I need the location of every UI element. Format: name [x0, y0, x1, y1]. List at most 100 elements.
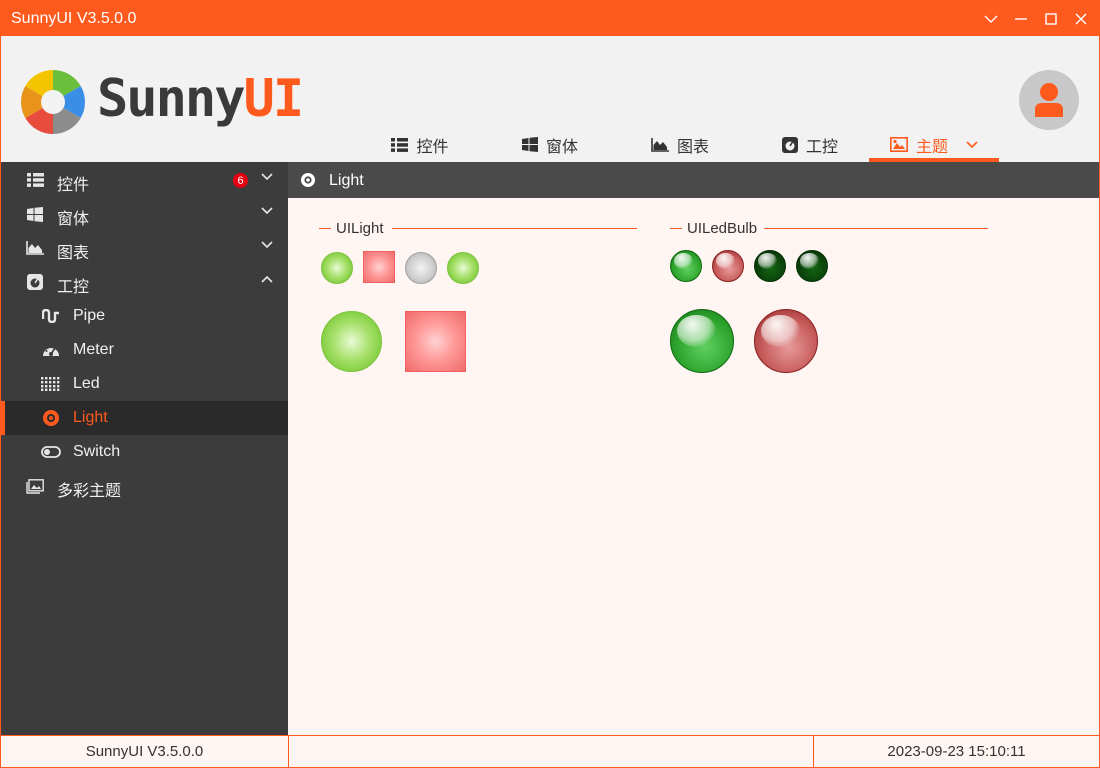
nav-tab-charts[interactable]: 图表	[630, 127, 730, 162]
toggle-icon	[41, 443, 61, 461]
light-icon	[300, 172, 316, 193]
chevron-down-icon	[261, 241, 273, 249]
sidebar-item-forms[interactable]: 窗体	[1, 197, 288, 231]
sidebar-item-industrial[interactable]: 工控	[1, 265, 288, 299]
bulb-highlight	[758, 253, 777, 269]
page-title: Light	[329, 172, 364, 189]
group-line-left	[670, 228, 682, 229]
light-icon	[41, 409, 61, 427]
sidebar-item-colorful-theme[interactable]: 多彩主题	[1, 469, 288, 503]
status-datetime: 2023-09-23 15:10:11	[887, 743, 1026, 760]
minimize-button[interactable]	[1006, 1, 1036, 36]
nav-tab-industrial[interactable]: 工控	[760, 127, 860, 162]
bulb-highlight	[761, 314, 800, 348]
maximize-icon	[1045, 12, 1057, 25]
light-small-gray	[405, 252, 437, 284]
logo-text-accent: UI	[243, 69, 305, 129]
gauge-icon	[781, 136, 798, 153]
sidebar-item-label: 窗体	[57, 211, 90, 228]
gauge-icon	[25, 273, 45, 291]
logo-text: SunnyUI	[97, 73, 304, 125]
group-line-left	[319, 228, 331, 229]
dropdown-button[interactable]	[976, 1, 1006, 36]
header: SunnyUI 控件 窗体 图表 工控 主题	[1, 36, 1099, 162]
pipe-icon	[41, 307, 61, 325]
group-uilight: UILight	[319, 218, 637, 238]
list-icon	[391, 137, 409, 152]
chevron-down-icon	[261, 173, 273, 181]
list-icon	[25, 171, 45, 189]
page-header: Light	[288, 162, 1099, 198]
nav-tab-theme[interactable]: 主题	[869, 127, 999, 162]
group-uiledbulb: UILedBulb	[670, 218, 988, 238]
bulb-highlight	[677, 314, 716, 348]
app-window: SunnyUI V3.5.0.0 SunnyUI 控件 窗体 图表 工控 主题 …	[0, 0, 1100, 768]
bulb-highlight	[674, 253, 693, 269]
group-line-right	[764, 228, 988, 229]
nav-tab-label: 工控	[805, 138, 838, 156]
nav-tab-label: 图表	[676, 138, 709, 156]
ledbulb-small-green	[670, 250, 702, 282]
sidebar-item-pipe[interactable]: Pipe	[1, 299, 288, 333]
image-icon	[889, 137, 908, 152]
meter-icon	[41, 341, 61, 359]
sidebar-item-controls[interactable]: 控件 6	[1, 163, 288, 197]
group-title: UILight	[336, 220, 384, 237]
nav-tab-label: 主题	[915, 138, 948, 156]
sidebar-item-label: 控件	[57, 177, 90, 194]
sidebar-item-label: 多彩主题	[57, 483, 122, 500]
area-chart-icon	[651, 137, 669, 152]
window-title: SunnyUI V3.5.0.0	[11, 10, 137, 27]
nav-tab-controls[interactable]: 控件	[370, 127, 470, 162]
sidebar-item-charts[interactable]: 图表	[1, 231, 288, 265]
chevron-up-icon	[261, 275, 273, 283]
status-version: SunnyUI V3.5.0.0	[85, 743, 204, 760]
nav-tab-forms[interactable]: 窗体	[500, 127, 600, 162]
bulb-highlight	[716, 253, 735, 269]
sidebar-item-label: 工控	[57, 279, 90, 296]
logo-wheel-icon	[21, 70, 85, 134]
user-icon	[1035, 83, 1063, 117]
minimize-icon	[1015, 17, 1027, 20]
light-large-green	[321, 311, 382, 372]
sidebar-item-meter[interactable]: Meter	[1, 333, 288, 367]
nav-tab-label: 窗体	[545, 138, 578, 156]
image-icon	[25, 477, 45, 495]
led-grid-icon	[41, 375, 61, 393]
notification-badge: 6	[233, 173, 248, 188]
logo-text-main: Sunny	[97, 69, 246, 129]
sidebar-item-light[interactable]: Light	[1, 401, 288, 435]
light-small-green-2	[447, 252, 479, 284]
chevron-down-icon	[261, 207, 273, 215]
ledbulb-small-dark-2	[796, 250, 828, 282]
sidebar-item-switch[interactable]: Switch	[1, 435, 288, 469]
bulb-highlight	[800, 253, 819, 269]
sidebar-item-label: 图表	[57, 245, 90, 262]
ledbulb-small-red	[712, 250, 744, 282]
status-bar: SunnyUI V3.5.0.0 2023-09-23 15:10:11	[1, 735, 1099, 767]
user-avatar[interactable]	[1019, 70, 1079, 130]
chevron-down-icon	[984, 15, 998, 23]
maximize-button[interactable]	[1036, 1, 1066, 36]
status-middle	[289, 736, 813, 767]
windows-icon	[25, 205, 45, 223]
group-title: UILedBulb	[687, 220, 758, 237]
title-bar[interactable]: SunnyUI V3.5.0.0	[1, 1, 1099, 36]
group-line-right	[392, 228, 637, 229]
ledbulb-small-dark-1	[754, 250, 786, 282]
area-chart-icon	[25, 239, 45, 257]
ledbulb-large-green	[670, 309, 734, 373]
sidebar-item-label: Switch	[73, 443, 121, 460]
close-button[interactable]	[1066, 1, 1096, 36]
content-panel: Light UILight UILedBulb	[288, 162, 1099, 735]
sidebar-item-led[interactable]: Led	[1, 367, 288, 401]
sidebar: 控件 6 窗体 图表 工控 Pipe Meter Led Light Switc…	[1, 162, 288, 735]
sidebar-item-label: Led	[73, 375, 100, 392]
nav-tab-label: 控件	[416, 138, 449, 156]
sidebar-item-label: Pipe	[73, 307, 106, 324]
ledbulb-large-red	[754, 309, 818, 373]
windows-icon	[521, 137, 538, 152]
close-icon	[1075, 13, 1087, 24]
sidebar-item-label: Light	[73, 409, 108, 426]
light-large-red-square	[405, 311, 466, 372]
